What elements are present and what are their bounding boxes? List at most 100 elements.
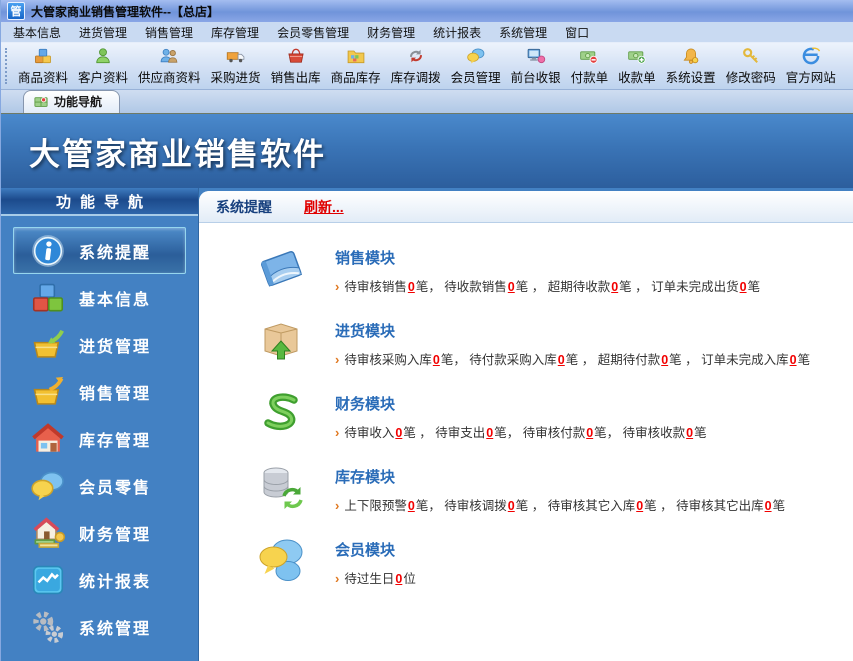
- toolbar-button-cashier[interactable]: 前台收银: [506, 43, 566, 89]
- toolbar-button-label: 会员管理: [451, 67, 501, 86]
- toolbar-button-members[interactable]: 会员管理: [446, 43, 506, 89]
- count-link[interactable]: 0: [740, 280, 747, 294]
- menu-item-purchase-mgmt[interactable]: 进货管理: [70, 22, 136, 43]
- module-title-finance[interactable]: 财务模块: [335, 393, 707, 414]
- count-link[interactable]: 0: [433, 353, 440, 367]
- database-sync-icon: [257, 463, 305, 511]
- module-purchase: 进货模块›待审核采购入库0笔， 待付款采购入库0笔 ， 超期待付款0笔 ， 订单…: [257, 317, 846, 368]
- banner-title: 大管家商业销售软件: [29, 129, 326, 174]
- count-link[interactable]: 0: [686, 426, 693, 440]
- count-link[interactable]: 0: [408, 499, 415, 513]
- menu-item-finance-mgmt[interactable]: 财务管理: [358, 22, 424, 43]
- module-title-sales[interactable]: 销售模块: [335, 247, 760, 268]
- detail-text: 笔 ， 超期待付款: [566, 353, 660, 367]
- detail-text: 待审收入: [344, 426, 394, 440]
- sidebar-item-member-retail[interactable]: 会员零售: [13, 462, 186, 509]
- content-title: 系统提醒: [216, 197, 272, 217]
- menu-item-window[interactable]: 窗口: [556, 22, 598, 43]
- detail-text: 笔: [748, 280, 761, 294]
- menu-item-member-retail-mgmt[interactable]: 会员零售管理: [268, 22, 358, 43]
- count-link[interactable]: 0: [611, 280, 618, 294]
- menu-item-reports[interactable]: 统计报表: [424, 22, 490, 43]
- transfer-arrows-icon: [406, 46, 426, 66]
- sidebar-item-label: 销售管理: [79, 380, 151, 404]
- sidebar-item-label: 财务管理: [79, 521, 151, 545]
- toolbar-button-sales-out[interactable]: 销售出库: [266, 43, 326, 89]
- toolbar-button-settings[interactable]: 系统设置: [661, 43, 721, 89]
- sidebar-item-basic-info[interactable]: 基本信息: [13, 274, 186, 321]
- sidebar-item-system-mgmt[interactable]: 系统管理: [13, 603, 186, 650]
- count-link[interactable]: 0: [586, 426, 593, 440]
- sidebar-item-label: 基本信息: [79, 286, 151, 310]
- toolbar-button-payment[interactable]: 付款单: [566, 43, 614, 89]
- gears-icon: [29, 608, 67, 646]
- count-link[interactable]: 0: [408, 280, 415, 294]
- sidebar-item-label: 进货管理: [79, 333, 151, 357]
- sidebar-item-reports[interactable]: 统计报表: [13, 556, 186, 603]
- menu-item-sales-mgmt[interactable]: 销售管理: [136, 22, 202, 43]
- module-detail-sales: ›待审核销售0笔， 待收款销售0笔 ， 超期待收款0笔 ， 订单未完成出货0笔: [335, 276, 760, 295]
- toolbar-button-password[interactable]: 修改密码: [721, 43, 781, 89]
- sidebar-item-stock-mgmt[interactable]: 库存管理: [13, 415, 186, 462]
- count-link[interactable]: 0: [508, 499, 515, 513]
- module-title-purchase[interactable]: 进货模块: [335, 320, 810, 341]
- toolbar-button-stock[interactable]: 商品库存: [326, 43, 386, 89]
- toolbar-button-receipt[interactable]: 收款单: [613, 43, 661, 89]
- chat-bubbles-icon: [257, 536, 305, 584]
- count-link[interactable]: 0: [395, 572, 402, 586]
- chevron-bullet-icon: ›: [335, 498, 339, 513]
- red-basket-icon: [286, 46, 306, 66]
- menu-item-basic-info[interactable]: 基本信息: [4, 22, 70, 43]
- detail-text: 笔 ， 待审支出: [403, 426, 485, 440]
- module-title-member[interactable]: 会员模块: [335, 539, 416, 560]
- toolbar-button-suppliers[interactable]: 供应商资料: [133, 43, 206, 89]
- toolbar-button-website[interactable]: 官方网站: [781, 43, 841, 89]
- module-detail-finance: ›待审收入0笔 ， 待审支出0笔， 待审核付款0笔， 待审核收款0笔: [335, 422, 707, 441]
- sidebar-header: 功能导航: [1, 188, 198, 216]
- sidebar-item-sales-mgmt[interactable]: 销售管理: [13, 368, 186, 415]
- refresh-link[interactable]: 刷新...: [304, 197, 344, 217]
- toolbar-button-label: 客户资料: [78, 67, 128, 86]
- detail-text: 笔 ， 超期待收款: [516, 280, 610, 294]
- receipt-plus-icon: [627, 46, 647, 66]
- app-window: 管 大管家商业销售管理软件--【总店】 基本信息进货管理销售管理库存管理会员零售…: [0, 0, 853, 661]
- count-link[interactable]: 0: [486, 426, 493, 440]
- count-link[interactable]: 0: [508, 280, 515, 294]
- count-link[interactable]: 0: [636, 499, 643, 513]
- count-link[interactable]: 0: [395, 426, 402, 440]
- tab-nav[interactable]: 功能导航: [23, 90, 120, 113]
- module-title-stock[interactable]: 库存模块: [335, 466, 785, 487]
- toolbar-button-label: 前台收银: [511, 67, 561, 86]
- module-text: 销售模块 ›待审核销售0笔， 待收款销售0笔 ， 超期待收款0笔 ， 订单未完成出…: [335, 244, 760, 295]
- dollar-s-icon: [257, 390, 305, 438]
- toolbar-button-customers[interactable]: 客户资料: [73, 43, 133, 89]
- basket-out-icon: [29, 373, 67, 411]
- toolbar-grip-handle[interactable]: [5, 48, 10, 84]
- sidebar-item-system-alerts[interactable]: 系统提醒: [13, 227, 186, 274]
- toolbar-button-label: 付款单: [571, 67, 609, 86]
- house-icon: [29, 420, 67, 458]
- menu-bar: 基本信息进货管理销售管理库存管理会员零售管理财务管理统计报表系统管理窗口: [1, 22, 853, 43]
- toolbar-button-transfer[interactable]: 库存调拨: [386, 43, 446, 89]
- count-link[interactable]: 0: [765, 499, 772, 513]
- menu-item-stock-mgmt[interactable]: 库存管理: [202, 22, 268, 43]
- module-text: 进货模块›待审核采购入库0笔， 待付款采购入库0笔 ， 超期待付款0笔 ， 订单…: [335, 317, 810, 368]
- chevron-bullet-icon: ›: [335, 279, 339, 294]
- banner: 大管家商业销售软件: [1, 113, 853, 188]
- detail-text: 待审核采购入库: [344, 353, 432, 367]
- menu-item-system-mgmt[interactable]: 系统管理: [490, 22, 556, 43]
- module-sales: 销售模块 ›待审核销售0笔， 待收款销售0笔 ， 超期待收款0笔 ， 订单未完成出…: [257, 244, 846, 295]
- sidebar-item-purchase-mgmt[interactable]: 进货管理: [13, 321, 186, 368]
- detail-text: 笔， 待收款销售: [416, 280, 507, 294]
- toolbar-button-purchase[interactable]: 采购进货: [206, 43, 266, 89]
- count-link[interactable]: 0: [790, 353, 797, 367]
- sidebar-item-label: 库存管理: [79, 427, 151, 451]
- sidebar-item-label: 系统管理: [79, 615, 151, 639]
- key-icon: [741, 46, 761, 66]
- toolbar-button-goods[interactable]: 商品资料: [13, 43, 73, 89]
- toolbar-button-label: 库存调拨: [391, 67, 441, 86]
- sidebar-item-finance-mgmt[interactable]: 财务管理: [13, 509, 186, 556]
- count-link[interactable]: 0: [558, 353, 565, 367]
- count-link[interactable]: 0: [661, 353, 668, 367]
- goods-boxes-icon: [33, 46, 53, 66]
